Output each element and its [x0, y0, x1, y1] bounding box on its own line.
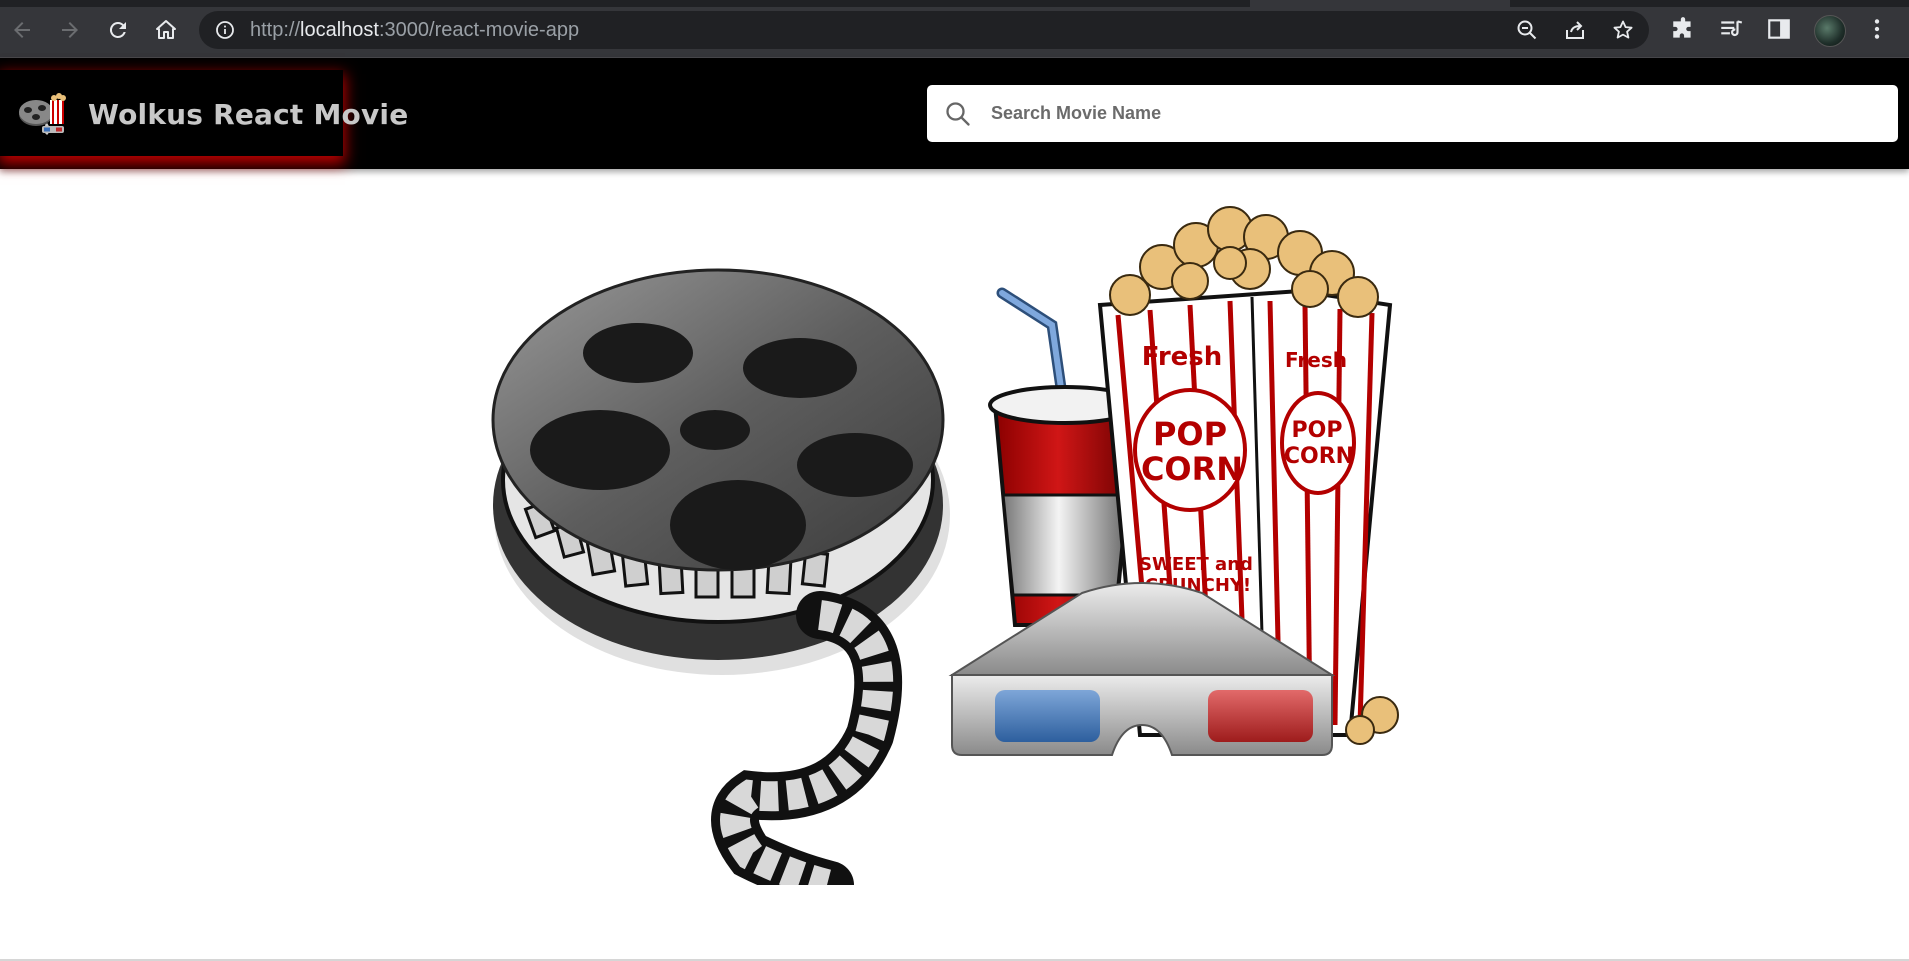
tab-strip	[0, 0, 1909, 7]
profile-avatar[interactable]	[1814, 15, 1846, 47]
url-text[interactable]: http://localhost:3000/react-movie-app	[250, 19, 579, 41]
forward-button[interactable]	[54, 14, 86, 46]
home-icon	[156, 20, 176, 39]
address-bar[interactable]: http://localhost:3000/react-movie-app	[199, 11, 1649, 49]
home-button[interactable]	[150, 14, 182, 46]
brand-logo-link[interactable]: Wolkus React Movie	[0, 70, 408, 156]
zoom-out-icon[interactable]	[1515, 18, 1539, 42]
bookmark-star-icon[interactable]	[1611, 18, 1635, 42]
popcorn-pop-label: POP	[1153, 415, 1227, 453]
movie-logo-icon	[19, 93, 66, 136]
reload-icon	[109, 21, 126, 38]
media-queue-icon[interactable]	[1718, 16, 1744, 42]
popcorn-fresh-label-side: Fresh	[1285, 348, 1347, 372]
share-icon[interactable]	[1563, 18, 1587, 42]
app-header: Wolkus React Movie	[0, 58, 1909, 169]
url-path: :3000/react-movie-app	[378, 19, 580, 41]
info-icon[interactable]	[215, 20, 235, 40]
url-host: localhost	[300, 19, 379, 41]
popcorn-pop-label-side: POP	[1292, 418, 1343, 443]
extensions-icon[interactable]	[1670, 16, 1696, 42]
reload-button[interactable]	[102, 14, 134, 46]
cinema-hero-illustration: Fresh Fresh POP CORN POP CORN SWEET and …	[491, 206, 1399, 885]
forward-icon	[62, 22, 78, 38]
back-icon	[14, 22, 30, 38]
browser-toolbar: http://localhost:3000/react-movie-app	[0, 0, 1909, 58]
popcorn-sweet-label: SWEET and	[1139, 554, 1253, 575]
popcorn-corn-label-side: CORN	[1284, 444, 1354, 469]
app-title: Wolkus React Movie	[88, 98, 409, 131]
search-input[interactable]	[991, 85, 1871, 142]
search-box[interactable]	[927, 85, 1898, 142]
film-reel-graphic	[491, 268, 950, 885]
popcorn-corn-label: CORN	[1141, 450, 1243, 488]
menu-icon[interactable]	[1864, 16, 1890, 42]
popcorn-fresh-label: Fresh	[1142, 342, 1223, 372]
tab-highlight	[1250, 0, 1510, 7]
url-scheme: http://	[250, 19, 301, 41]
side-panel-icon[interactable]	[1766, 16, 1792, 42]
back-button[interactable]	[6, 14, 38, 46]
search-icon	[946, 102, 970, 126]
